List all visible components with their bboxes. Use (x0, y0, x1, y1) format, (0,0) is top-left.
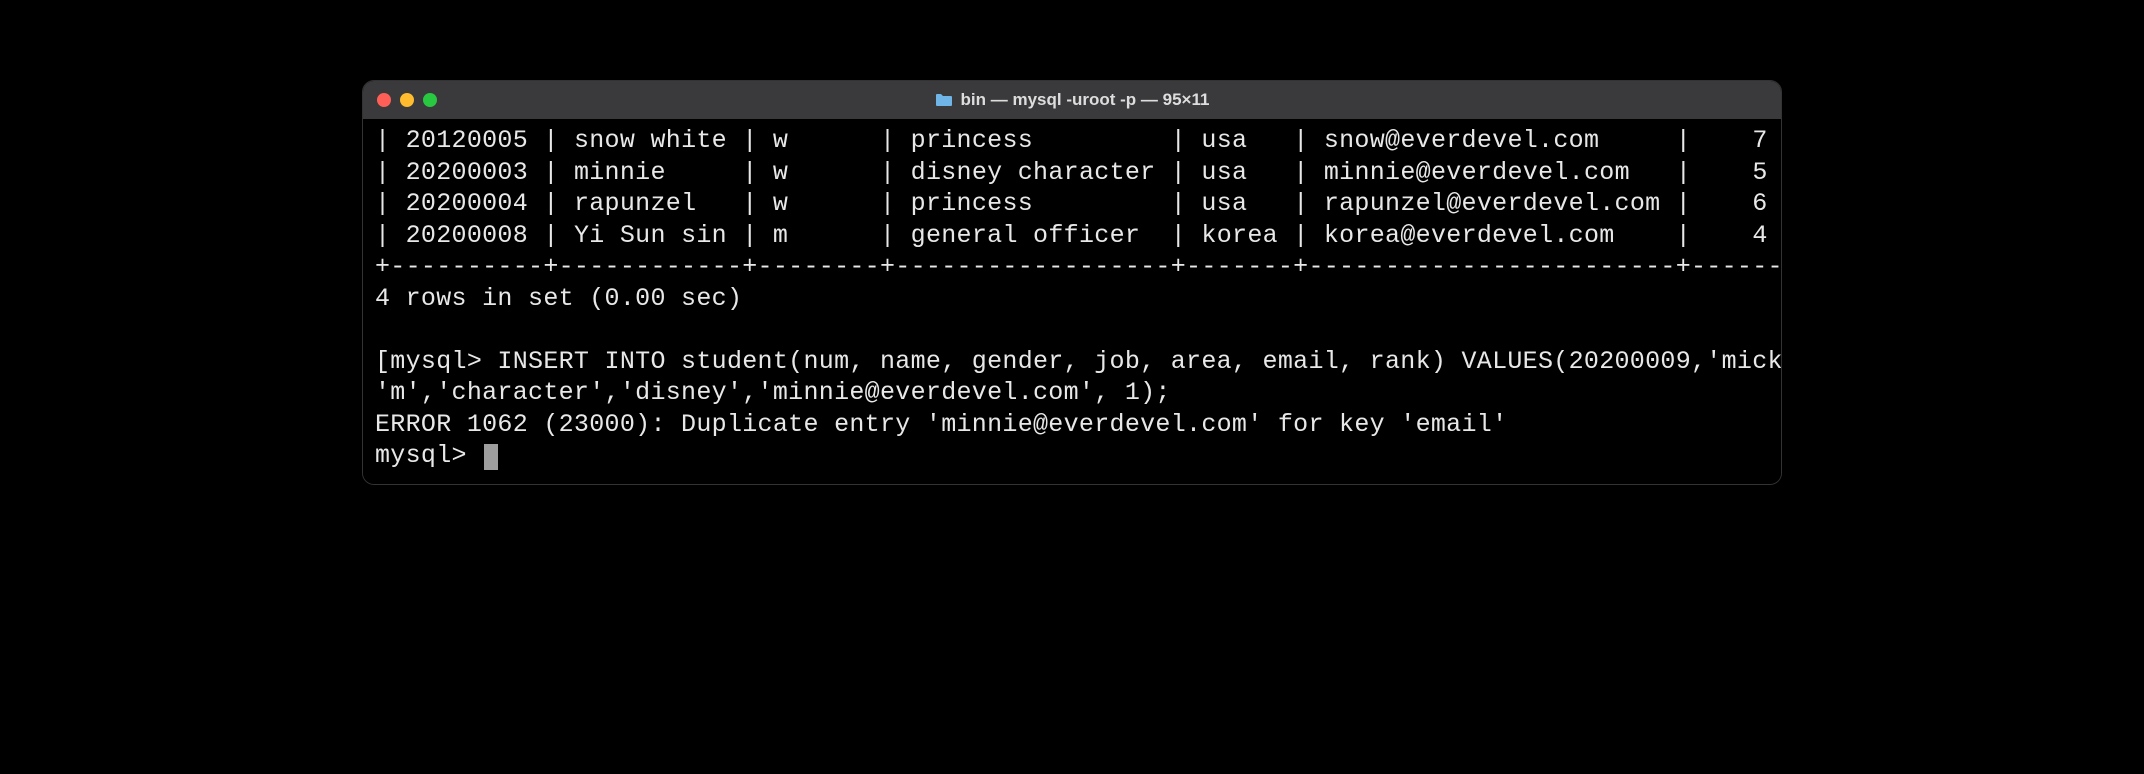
close-button[interactable] (377, 93, 391, 107)
minimize-button[interactable] (400, 93, 414, 107)
error-line: ERROR 1062 (23000): Duplicate entry 'min… (375, 410, 1507, 439)
maximize-button[interactable] (423, 93, 437, 107)
traffic-lights (377, 93, 437, 107)
cursor (484, 444, 498, 470)
prompt: mysql> (375, 441, 467, 470)
title-content: bin — mysql -uroot -p — 95×11 (363, 90, 1781, 110)
table-row: | 20120005 | snow white | w | princess |… (375, 126, 1782, 155)
window-title: bin — mysql -uroot -p — 95×11 (961, 90, 1210, 110)
result-footer: 4 rows in set (0.00 sec) (375, 284, 742, 313)
terminal-body[interactable]: | 20120005 | snow white | w | princess |… (363, 119, 1781, 484)
table-separator: +----------+------------+--------+------… (375, 252, 1782, 281)
sql-line-2: 'm','character','disney','minnie@everdev… (375, 378, 1171, 407)
folder-icon (935, 93, 953, 107)
titlebar: bin — mysql -uroot -p — 95×11 (363, 81, 1781, 119)
table-row: | 20200003 | minnie | w | disney charact… (375, 158, 1782, 187)
sql-line-1: [mysql> INSERT INTO student(num, name, g… (375, 347, 1782, 376)
table-row: | 20200008 | Yi Sun sin | m | general of… (375, 221, 1782, 250)
terminal-window: bin — mysql -uroot -p — 95×11 | 20120005… (362, 80, 1782, 485)
table-row: | 20200004 | rapunzel | w | princess | u… (375, 189, 1782, 218)
